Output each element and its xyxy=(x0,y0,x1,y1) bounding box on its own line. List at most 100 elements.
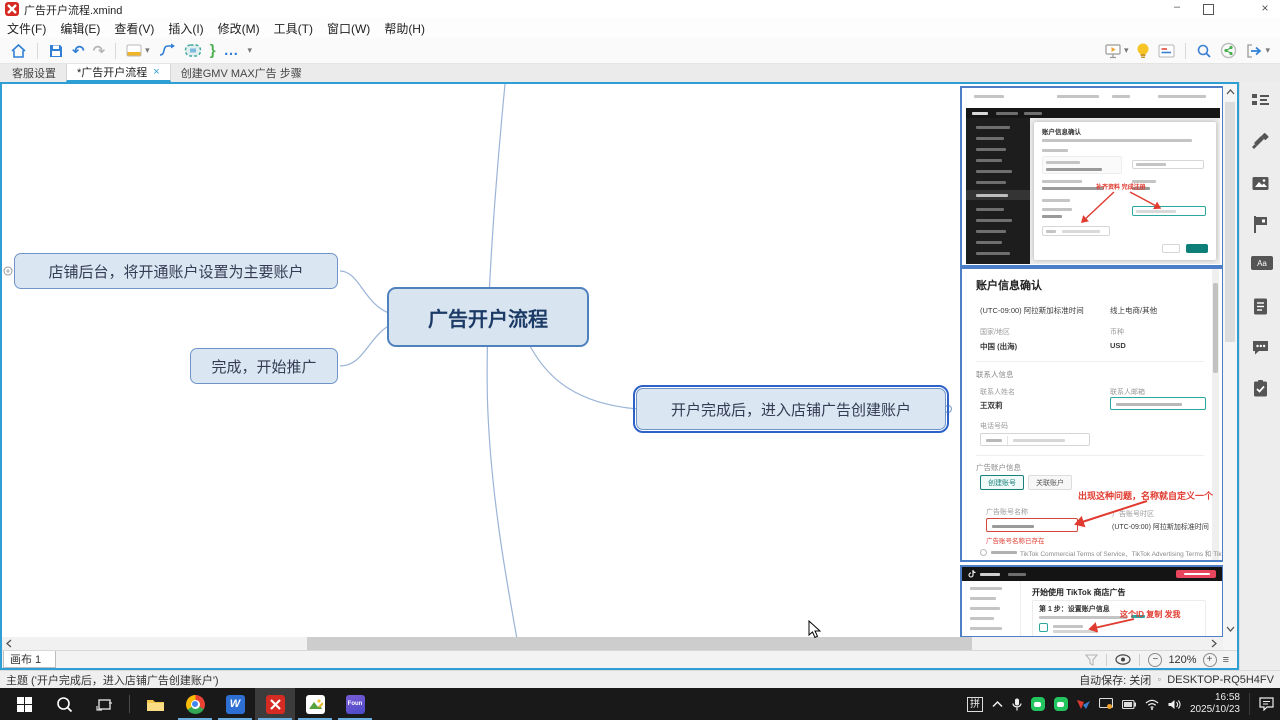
toolbar-overflow-button[interactable]: ▾ xyxy=(244,40,257,62)
colored-v-app-icon[interactable] xyxy=(1077,699,1090,710)
right-sidebar: Aa xyxy=(1239,82,1280,670)
dropdown-arrow-icon: ▾ xyxy=(1124,45,1129,56)
scroll-down-icon[interactable] xyxy=(1226,625,1235,633)
tab-gmv-max-steps[interactable]: 创建GMV MAX广告 步骤 xyxy=(171,64,312,82)
file-explorer-button[interactable] xyxy=(135,688,175,720)
comment-icon[interactable] xyxy=(1251,338,1270,357)
menu-modify[interactable]: 修改(M) xyxy=(211,20,267,37)
task-view-button[interactable] xyxy=(84,688,124,720)
topic-shop-backend[interactable]: 店铺后台，将开通账户设置为主要账户 xyxy=(14,253,338,289)
presentation-button[interactable]: ▾ xyxy=(1100,40,1133,62)
topic-open-account-done[interactable]: 开户完成后，进入店铺广告创建账户 xyxy=(636,388,946,430)
task-clipboard-icon[interactable] xyxy=(1251,379,1270,398)
notes-document-icon[interactable] xyxy=(1251,297,1270,316)
outline-structure-icon[interactable] xyxy=(1251,92,1270,111)
blue-w-app-button[interactable]: W xyxy=(215,688,255,720)
minimize-button[interactable]: – xyxy=(1160,1,1194,13)
zoom-out-button[interactable]: − xyxy=(1148,653,1162,667)
zoom-in-button[interactable]: + xyxy=(1203,653,1217,667)
ime-indicator[interactable]: 拼 xyxy=(967,697,983,712)
wechat-icon-2[interactable] xyxy=(1054,697,1068,711)
dropdown-arrow-icon: ▾ xyxy=(145,45,150,56)
vertical-scrollbar[interactable] xyxy=(1223,84,1237,650)
image-node-account-confirm-detail[interactable]: 账户信息确认 (UTC-09:00) 阿拉斯加标准时间 线上电商/其他 国家/地… xyxy=(960,267,1224,562)
topic-label: 店铺后台，将开通账户设置为主要账户 xyxy=(48,261,303,282)
zoom-fit-button[interactable]: ≡ xyxy=(1223,654,1229,666)
marker-flag-icon[interactable] xyxy=(1251,215,1270,234)
image-node-shop-ads-start[interactable]: 开始使用 TikTok 商店广告 第 1 步：设置账户信息 这个ID 复制 发我 xyxy=(960,565,1224,638)
save-button[interactable] xyxy=(44,40,68,62)
scroll-right-icon[interactable] xyxy=(1210,639,1218,648)
red-arrow xyxy=(962,269,1222,560)
boundary-button[interactable] xyxy=(180,40,206,62)
image-editor-icon xyxy=(306,695,325,714)
filter-icon[interactable] xyxy=(1085,654,1098,666)
scroll-up-icon[interactable] xyxy=(1226,88,1235,96)
eye-icon[interactable] xyxy=(1115,654,1131,665)
home-button[interactable] xyxy=(6,40,31,62)
remote-screen-icon[interactable] xyxy=(1099,698,1113,710)
export-button[interactable]: ▾ xyxy=(1241,40,1274,62)
battery-icon[interactable] xyxy=(1122,700,1136,709)
topic-style-button[interactable]: ▾ xyxy=(122,40,154,62)
menu-help[interactable]: 帮助(H) xyxy=(377,20,432,37)
image-icon[interactable] xyxy=(1251,174,1270,193)
tab-label: 创建GMV MAX广告 步骤 xyxy=(181,65,302,81)
central-topic[interactable]: 广告开户流程 xyxy=(387,287,589,347)
idea-button[interactable] xyxy=(1132,40,1154,62)
windows-taskbar: W Foun 拼 16:58 2025/10/23 xyxy=(0,688,1280,720)
horizontal-scrollbar[interactable] xyxy=(2,637,1223,650)
topic-label: 完成，开始推广 xyxy=(211,356,316,377)
maximize-button[interactable] xyxy=(1203,4,1214,15)
menu-view[interactable]: 查看(V) xyxy=(107,20,161,37)
taskbar-search-button[interactable] xyxy=(44,688,84,720)
search-button[interactable] xyxy=(1192,40,1216,62)
label-aa-icon[interactable]: Aa xyxy=(1251,256,1273,270)
share-button[interactable] xyxy=(1216,40,1241,62)
format-brush-icon[interactable] xyxy=(1251,133,1270,152)
foun-app-icon: Foun xyxy=(346,695,365,714)
notes-button[interactable] xyxy=(1154,40,1179,62)
xmind-taskbar-button[interactable] xyxy=(255,688,295,720)
chrome-button[interactable] xyxy=(175,688,215,720)
tray-expand-icon[interactable] xyxy=(992,700,1003,708)
wechat-icon[interactable] xyxy=(1031,697,1045,711)
menu-file[interactable]: 文件(F) xyxy=(0,20,53,37)
menu-window[interactable]: 窗口(W) xyxy=(320,20,377,37)
modal-account-confirm: 账户信息确认 补齐资料 完成注册 xyxy=(1034,122,1216,260)
tab-label: 客服设置 xyxy=(12,65,56,81)
redo-button[interactable]: ↷ xyxy=(89,40,110,62)
windows-logo-icon xyxy=(17,697,32,712)
menu-insert[interactable]: 插入(I) xyxy=(161,20,210,37)
image-node-account-confirm-modal[interactable]: 账户信息确认 补齐资料 完成注册 xyxy=(960,86,1224,267)
undo-button[interactable]: ↶ xyxy=(68,40,89,62)
start-button[interactable] xyxy=(4,688,44,720)
topic-finish-promote[interactable]: 完成，开始推广 xyxy=(190,348,338,384)
volume-icon[interactable] xyxy=(1168,699,1181,710)
image-editor-button[interactable] xyxy=(295,688,335,720)
vertical-scroll-thumb[interactable] xyxy=(1225,102,1235,342)
horizontal-scroll-thumb[interactable] xyxy=(307,637,972,650)
sheet-tab-canvas1[interactable]: 画布 1 xyxy=(3,651,56,668)
tab-ad-account-flow[interactable]: *广告开户流程 × xyxy=(66,64,171,82)
notification-center-icon[interactable] xyxy=(1259,697,1274,711)
microphone-icon[interactable] xyxy=(1012,698,1022,711)
scroll-left-icon[interactable] xyxy=(5,639,13,648)
window-title: 广告开户流程.xmind xyxy=(24,2,122,18)
more-markers-button[interactable]: … xyxy=(220,40,244,62)
red-arrow xyxy=(962,567,1222,638)
foun-app-button[interactable]: Foun xyxy=(335,688,375,720)
blue-w-app-icon: W xyxy=(226,695,245,714)
summary-button[interactable]: } xyxy=(206,40,220,62)
status-selection-info: 主题 ('开户完成后，进入店铺广告创建账户') xyxy=(6,672,219,688)
close-button[interactable]: × xyxy=(1248,1,1280,15)
clock[interactable]: 16:58 2025/10/23 xyxy=(1190,692,1240,716)
tab-customer-service[interactable]: 客服设置 xyxy=(2,64,66,82)
mindmap-canvas[interactable]: 店铺后台，将开通账户设置为主要账户 完成，开始推广 广告开户流程 开户完成后，进… xyxy=(2,84,1237,650)
wifi-icon[interactable] xyxy=(1145,699,1159,710)
relationship-button[interactable] xyxy=(154,40,180,62)
menu-edit[interactable]: 编辑(E) xyxy=(53,20,107,37)
menu-tools[interactable]: 工具(T) xyxy=(267,20,320,37)
sheet-bar: 画布 1 − 120% + ≡ xyxy=(2,650,1237,668)
tab-close-icon[interactable]: × xyxy=(153,66,159,78)
